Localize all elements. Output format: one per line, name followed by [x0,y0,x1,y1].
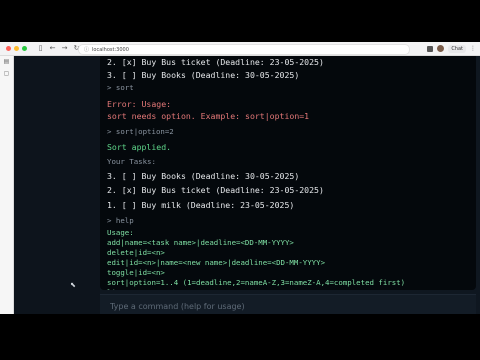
address-url: localhost:3000 [92,46,129,53]
terminal-line: > sort|option=2 [107,127,174,136]
close-window-button[interactable] [6,46,11,51]
mouse-cursor-icon: ⬉ [70,281,76,289]
terminal-output: 2. [x] Buy Bus ticket (Deadline: 23-05-2… [100,56,476,290]
toolbar-actions: Chat ⋮ [427,44,476,53]
terminal-line: 2. [x] Buy Bus ticket (Deadline: 23-05-2… [107,57,324,67]
terminal-line: 3. [ ] Buy Books (Deadline: 30-05-2025) [107,70,300,80]
todo-app-page: 2. [x] Buy Bus ticket (Deadline: 23-05-2… [14,56,480,314]
terminal-line: sort needs option. Example: sort|option=… [107,111,310,121]
forward-arrow-icon[interactable]: → [61,45,68,52]
terminal-line: delete|id=<n> [107,248,165,257]
command-bar [100,294,476,314]
profile-avatar[interactable] [437,45,445,52]
terminal-line: 2. [x] Buy Bus ticket (Deadline: 23-05-2… [107,185,324,195]
terminal-line: > help [107,216,134,225]
left-panel [14,56,100,314]
back-arrow-icon[interactable]: ← [49,45,56,52]
terminal-line: Your Tasks: [107,157,156,166]
terminal-line: 3. [ ] Buy Books (Deadline: 30-05-2025) [107,171,300,181]
terminal-line: add|name=<task name>|deadline=<DD-MM-YYY… [107,238,294,247]
sidebar-toggle-icon[interactable]: ▯ [37,45,44,52]
terminal-line: list [107,288,125,290]
terminal-line: > sort [107,83,134,92]
terminal-line: Usage: [107,228,134,237]
terminal-line: sort|option=1..4 (1=deadline,2=nameA-Z,3… [107,278,406,287]
terminal-line: Sort applied. [107,142,172,152]
terminal-line: toggle|id=<n> [107,268,165,277]
terminal-line: 1. [ ] Buy milk (Deadline: 23-05-2025) [107,200,295,210]
maximize-window-button[interactable] [22,46,27,51]
browser-menu-icon[interactable]: ⋮ [470,45,476,52]
browser-side-strip: ▤ ▢ [0,56,14,314]
minimize-window-button[interactable] [14,46,19,51]
extension-icon[interactable] [427,45,434,52]
browser-window: ▯ ← → ↻ ⓘ localhost:3000 Chat ⋮ ▤ ▢ 2. [… [0,42,480,314]
terminal-line: edit|id=<n>|name=<new name>|deadline=<DD… [107,258,326,267]
command-input[interactable] [108,298,470,314]
browser-toolbar: ▯ ← → ↻ ⓘ localhost:3000 Chat ⋮ [0,42,480,56]
address-bar[interactable]: ⓘ localhost:3000 [78,44,410,55]
reading-list-icon[interactable]: ▢ [0,68,13,80]
chat-button[interactable]: Chat [448,44,466,53]
sidebar-panel-icon[interactable]: ▤ [0,56,13,68]
lock-icon: ⓘ [84,47,90,53]
terminal-line: Error: Usage: [107,99,172,109]
